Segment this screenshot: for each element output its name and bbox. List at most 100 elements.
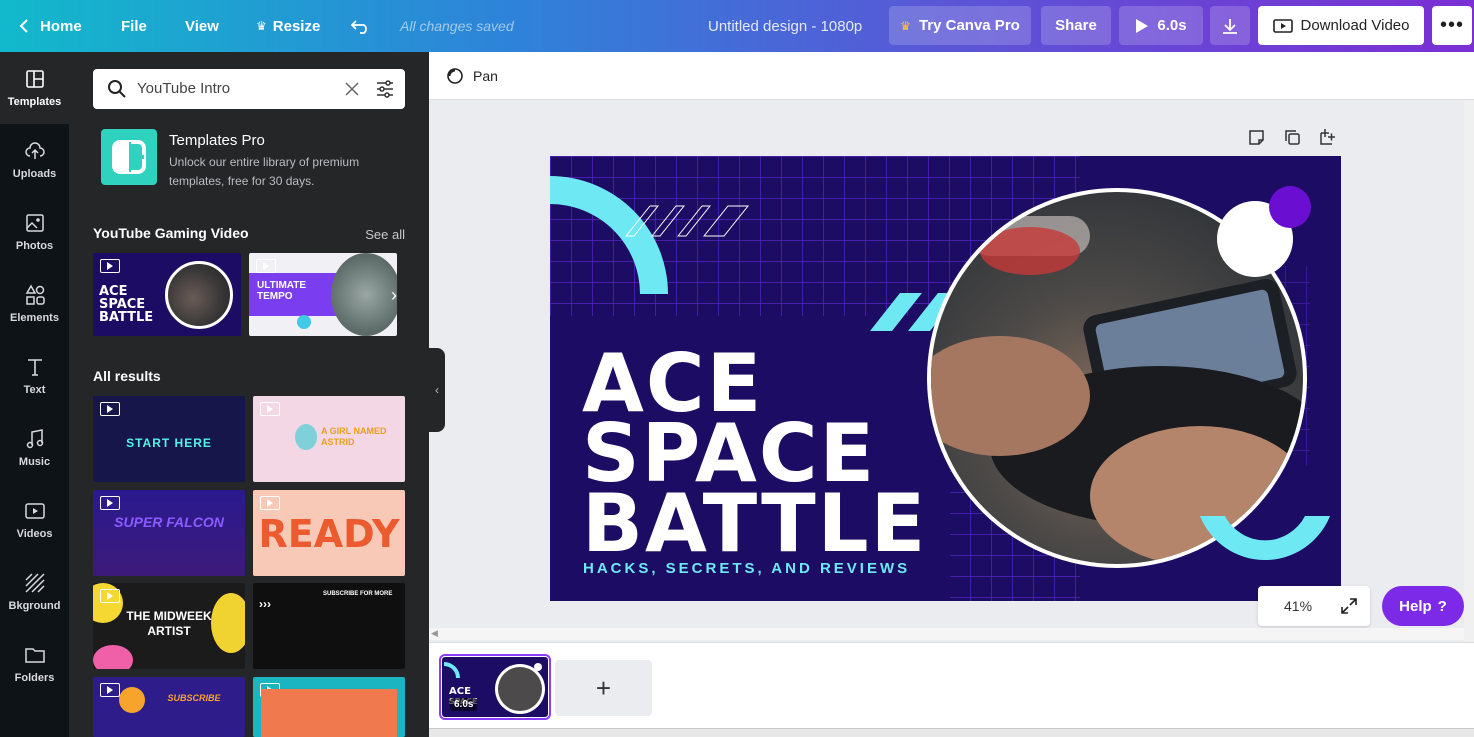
rail-item-photos[interactable]: Photos bbox=[0, 196, 69, 268]
featured-thumb-text: ACE SPACE BATTLE bbox=[99, 284, 154, 325]
carousel-next-icon[interactable]: › bbox=[391, 285, 397, 306]
design-subtitle[interactable]: HACKS, SECRETS, AND REVIEWS bbox=[583, 560, 910, 577]
file-menu[interactable]: File bbox=[121, 0, 147, 52]
filter-sliders-icon[interactable] bbox=[375, 79, 395, 99]
share-button[interactable]: Share bbox=[1041, 6, 1111, 45]
template-search-box[interactable]: YouTube Intro bbox=[93, 69, 405, 109]
result-template-start-here[interactable]: START HERE bbox=[93, 396, 245, 482]
horizontal-scrollbar[interactable]: ◀ bbox=[429, 628, 1464, 640]
play-button[interactable]: 6.0s bbox=[1119, 6, 1203, 45]
result-template-super-falcon[interactable]: SUPER FALCON bbox=[93, 490, 245, 576]
crown-icon: ♛ bbox=[900, 18, 911, 33]
result-thumb-text: START HERE bbox=[126, 436, 212, 450]
featured-template-ultimate-tempo[interactable]: ULTIMATE TEMPO bbox=[249, 253, 397, 336]
left-nav-rail: Templates Uploads Photos Elements Text M… bbox=[0, 52, 69, 737]
result-template-subscribe-for-more[interactable]: SUBSCRIBE FOR MORE ››› bbox=[253, 583, 405, 669]
result-thumb-text: SUBSCRIBE FOR MORE bbox=[323, 591, 393, 597]
section-title-all-results: All results bbox=[93, 368, 161, 384]
pan-icon[interactable] bbox=[445, 66, 465, 86]
collapse-panel-button[interactable]: ‹ bbox=[429, 348, 445, 432]
featured-template-ace-space-battle[interactable]: ACE SPACE BATTLE bbox=[93, 253, 241, 336]
templates-panel: YouTube Intro Templates Pro Unlock our e… bbox=[69, 52, 429, 737]
zoom-level[interactable]: 41% bbox=[1284, 598, 1312, 614]
video-icon bbox=[1272, 18, 1293, 33]
result-thumb-text: READY bbox=[258, 512, 400, 556]
clear-icon[interactable] bbox=[345, 82, 359, 96]
chevron-left-icon: ‹ bbox=[435, 383, 439, 397]
svg-text:ACE: ACE bbox=[449, 686, 471, 697]
see-all-link[interactable]: See all bbox=[365, 227, 405, 242]
design-title-line-3[interactable]: BATTLE bbox=[582, 484, 927, 564]
templates-pro-title: Templates Pro bbox=[169, 132, 265, 149]
video-badge-icon bbox=[100, 683, 120, 697]
result-thumb-text: SUBSCRIBE bbox=[167, 693, 221, 703]
rail-label-folders: Folders bbox=[14, 672, 55, 684]
result-template-subscribe[interactable]: SUBSCRIBE bbox=[93, 677, 245, 737]
notes-icon[interactable] bbox=[1248, 129, 1265, 146]
rail-item-text[interactable]: Text bbox=[0, 340, 69, 412]
video-badge-icon bbox=[260, 496, 280, 510]
add-page-icon[interactable] bbox=[1319, 128, 1337, 146]
try-canva-pro-button[interactable]: ♛ Try Canva Pro bbox=[889, 6, 1031, 45]
music-note-icon bbox=[26, 429, 43, 449]
add-page-button[interactable]: + bbox=[555, 660, 652, 716]
play-duration: 6.0s bbox=[1157, 17, 1187, 34]
download-video-button[interactable]: Download Video bbox=[1258, 6, 1424, 45]
photo-icon bbox=[25, 214, 44, 232]
background-stripes-icon bbox=[24, 573, 45, 593]
folder-icon bbox=[24, 648, 45, 663]
rail-label-photos: Photos bbox=[15, 240, 54, 252]
result-template-orange-screen[interactable] bbox=[253, 677, 405, 737]
templates-pro-promo[interactable]: Templates Pro Unlock our entire library … bbox=[101, 129, 401, 189]
rail-label-elements: Elements bbox=[10, 312, 59, 324]
vertical-scrollbar[interactable] bbox=[1464, 100, 1474, 642]
fullscreen-expand-icon[interactable] bbox=[1340, 597, 1358, 615]
home-button[interactable]: Home bbox=[18, 0, 82, 52]
download-icon bbox=[1223, 18, 1237, 34]
design-title[interactable]: Untitled design - 1080p bbox=[708, 0, 862, 52]
design-canvas[interactable]: ACE SPACE BATTLE HACKS, SECRETS, AND REV… bbox=[550, 156, 1341, 601]
rail-item-elements[interactable]: Elements bbox=[0, 268, 69, 340]
download-video-label: Download Video bbox=[1300, 17, 1410, 34]
rail-label-background: Bkground bbox=[8, 600, 61, 612]
page-thumbnail-1[interactable]: ACE SPACE 6.0s bbox=[439, 654, 551, 720]
more-button[interactable]: ••• bbox=[1432, 6, 1472, 45]
save-status: All changes saved bbox=[400, 18, 514, 34]
upload-cloud-icon bbox=[24, 142, 45, 159]
play-icon bbox=[1136, 18, 1149, 33]
rail-item-music[interactable]: Music bbox=[0, 412, 69, 484]
undo-button[interactable] bbox=[351, 0, 371, 52]
duplicate-icon[interactable] bbox=[1284, 129, 1301, 146]
download-icon-button[interactable] bbox=[1210, 6, 1250, 45]
rail-item-background[interactable]: Bkground bbox=[0, 556, 69, 628]
plus-icon: + bbox=[595, 672, 612, 703]
search-input[interactable]: YouTube Intro bbox=[137, 80, 230, 97]
rail-item-uploads[interactable]: Uploads bbox=[0, 124, 69, 196]
more-dots-icon: ••• bbox=[1439, 14, 1464, 36]
shapes-icon bbox=[25, 284, 45, 305]
help-label: Help bbox=[1399, 597, 1432, 615]
help-button[interactable]: Help ? bbox=[1382, 586, 1464, 626]
undo-icon bbox=[351, 20, 367, 34]
question-mark-icon: ? bbox=[1437, 597, 1447, 615]
result-template-ready[interactable]: READY bbox=[253, 490, 405, 576]
pan-label[interactable]: Pan bbox=[473, 68, 498, 84]
templates-pro-description: Unlock our entire library of premium tem… bbox=[169, 155, 360, 188]
rail-label-music: Music bbox=[18, 456, 51, 468]
home-label: Home bbox=[40, 17, 82, 35]
page-duration: 6.0s bbox=[450, 698, 478, 711]
rail-item-videos[interactable]: Videos bbox=[0, 484, 69, 556]
scroll-left-icon[interactable]: ◀ bbox=[431, 628, 438, 639]
video-badge-icon bbox=[260, 402, 280, 416]
video-badge-icon bbox=[100, 589, 120, 603]
resize-label: Resize bbox=[272, 17, 321, 35]
result-template-girl-named-astrid[interactable]: A GIRL NAMED ASTRID bbox=[253, 396, 405, 482]
resize-button[interactable]: ♛ Resize bbox=[256, 0, 320, 52]
rail-item-folders[interactable]: Folders bbox=[0, 628, 69, 700]
result-thumb-text: A GIRL NAMED ASTRID bbox=[321, 426, 387, 447]
rail-item-templates[interactable]: Templates bbox=[0, 52, 69, 124]
view-menu[interactable]: View bbox=[185, 0, 219, 52]
zoom-control[interactable]: 41% bbox=[1258, 586, 1370, 626]
top-toolbar: Home File View ♛ Resize All changes save… bbox=[0, 0, 1474, 52]
result-template-midweek-artist[interactable]: THE MIDWEEK ARTIST bbox=[93, 583, 245, 669]
